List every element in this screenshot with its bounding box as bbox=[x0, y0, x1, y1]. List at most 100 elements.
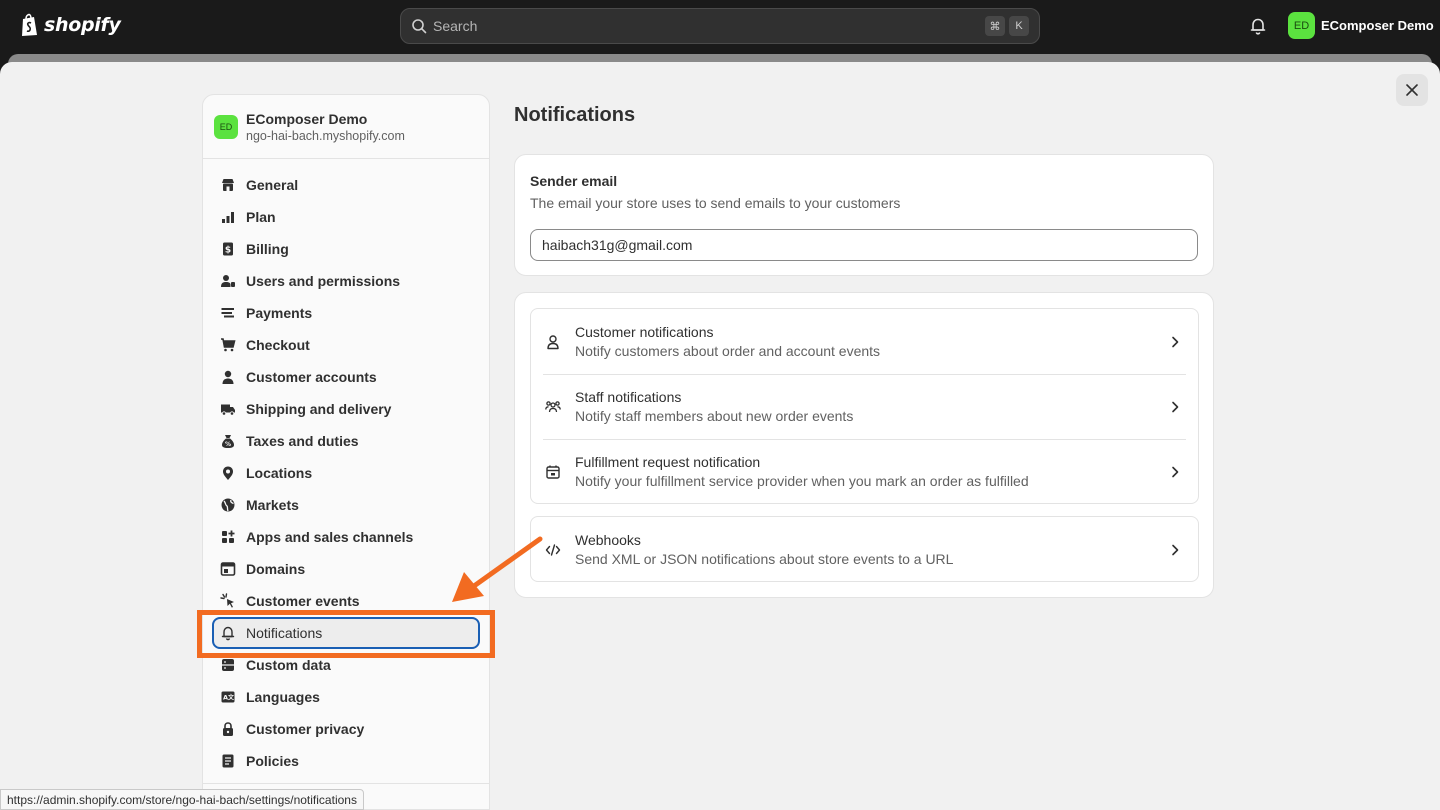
shopify-bag-icon bbox=[22, 13, 37, 36]
shortcut-key-k: K bbox=[1009, 16, 1029, 36]
svg-text:%: % bbox=[225, 441, 231, 448]
sidebar-item-label: Plan bbox=[246, 209, 276, 225]
location-icon bbox=[223, 466, 233, 480]
sidebar-item-checkout[interactable]: Checkout bbox=[212, 329, 480, 361]
truck-icon bbox=[221, 404, 235, 416]
globe-icon bbox=[221, 498, 235, 512]
top-bar: shopify Search ⌘ K ED EComposer Demo bbox=[0, 0, 1440, 52]
sidebar-item-label: Markets bbox=[246, 497, 299, 513]
sidebar-item-taxes[interactable]: % Taxes and duties bbox=[212, 425, 480, 457]
chevron-right-icon bbox=[1172, 336, 1179, 347]
store-name: EComposer Demo bbox=[1321, 18, 1434, 33]
users-icon bbox=[221, 275, 235, 287]
status-url: https://admin.shopify.com/store/ngo-hai-… bbox=[0, 789, 364, 810]
staff-notifications-row[interactable]: Staff notifications Notify staff members… bbox=[531, 374, 1198, 439]
row-title: Customer notifications bbox=[575, 324, 714, 340]
row-description: Send XML or JSON notifications about sto… bbox=[575, 551, 954, 567]
webhooks-group: Webhooks Send XML or JSON notifications … bbox=[530, 516, 1199, 582]
sidebar-item-customer-privacy[interactable]: Customer privacy bbox=[212, 713, 480, 745]
sidebar-item-label: Custom data bbox=[246, 657, 331, 673]
bell-icon[interactable] bbox=[1248, 16, 1268, 36]
database-icon bbox=[222, 659, 234, 671]
sidebar-item-label: Taxes and duties bbox=[246, 433, 359, 449]
avatar: ED bbox=[214, 114, 238, 139]
sidebar-item-billing[interactable]: $ Billing bbox=[212, 233, 480, 265]
apps-icon bbox=[222, 530, 235, 543]
plan-icon bbox=[222, 212, 234, 223]
sidebar-item-label: Users and permissions bbox=[246, 273, 401, 289]
sidebar-item-label: Customer privacy bbox=[246, 721, 365, 737]
sender-email-description: The email your store uses to send emails… bbox=[530, 195, 901, 211]
sidebar-item-label: Payments bbox=[246, 305, 313, 321]
fulfillment-request-row[interactable]: Fulfillment request notification Notify … bbox=[531, 439, 1198, 504]
person-icon bbox=[222, 370, 234, 384]
sidebar-item-label: Billing bbox=[246, 241, 289, 257]
sidebar-item-general[interactable]: General bbox=[212, 169, 480, 201]
shortcut-key-cmd: ⌘ bbox=[985, 16, 1005, 36]
avatar: ED bbox=[1288, 12, 1315, 39]
notifications-card: Customer notifications Notify customers … bbox=[514, 292, 1214, 598]
sidebar-item-languages[interactable]: A文 Languages bbox=[212, 681, 480, 713]
person-icon bbox=[547, 334, 559, 349]
store-header[interactable]: ED EComposer Demo ngo-hai-bach.myshopify… bbox=[203, 95, 489, 159]
row-description: Notify staff members about new order eve… bbox=[575, 408, 854, 424]
chevron-right-icon bbox=[1172, 544, 1179, 555]
team-icon bbox=[545, 400, 561, 412]
close-button[interactable] bbox=[1396, 74, 1428, 106]
language-icon: A文 bbox=[221, 691, 235, 703]
policy-icon bbox=[222, 754, 234, 768]
row-title: Webhooks bbox=[575, 532, 641, 548]
tax-icon: % bbox=[222, 435, 234, 448]
chevron-right-icon bbox=[1172, 466, 1179, 477]
sender-email-field[interactable] bbox=[530, 229, 1198, 261]
webhooks-row[interactable]: Webhooks Send XML or JSON notifications … bbox=[531, 517, 1198, 582]
store-menu[interactable]: ED EComposer Demo bbox=[1288, 12, 1434, 39]
settings-sidebar: ED EComposer Demo ngo-hai-bach.myshopify… bbox=[202, 94, 490, 810]
sidebar-item-locations[interactable]: Locations bbox=[212, 457, 480, 489]
svg-text:$: $ bbox=[225, 246, 231, 256]
domains-icon bbox=[220, 562, 236, 576]
search-bar[interactable]: Search ⌘ K bbox=[400, 8, 1040, 44]
package-icon bbox=[546, 465, 560, 479]
sidebar-item-users[interactable]: Users and permissions bbox=[212, 265, 480, 297]
sidebar-item-label: Shipping and delivery bbox=[246, 401, 392, 417]
svg-text:文: 文 bbox=[227, 694, 235, 702]
highlight-box bbox=[197, 610, 495, 658]
divider bbox=[203, 783, 489, 784]
sidebar-item-payments[interactable]: Payments bbox=[212, 297, 480, 329]
row-description: Notify your fulfillment service provider… bbox=[575, 473, 1029, 489]
lock-icon bbox=[223, 722, 233, 736]
sender-email-card: Sender email The email your store uses t… bbox=[514, 154, 1214, 276]
store-title: EComposer Demo bbox=[246, 110, 368, 127]
payments-icon bbox=[221, 308, 234, 318]
logo-text: shopify bbox=[44, 14, 121, 36]
billing-icon: $ bbox=[223, 242, 233, 256]
sidebar-item-label: Customer accounts bbox=[246, 369, 377, 385]
sidebar-item-label: Locations bbox=[246, 465, 313, 481]
store-domain: ngo-hai-bach.myshopify.com bbox=[246, 128, 405, 143]
sidebar-item-plan[interactable]: Plan bbox=[212, 201, 480, 233]
sender-email-title: Sender email bbox=[530, 173, 618, 189]
row-description: Notify customers about order and account… bbox=[575, 343, 881, 359]
sidebar-item-shipping[interactable]: Shipping and delivery bbox=[212, 393, 480, 425]
sidebar-item-label: Apps and sales channels bbox=[246, 529, 414, 545]
sidebar-item-label: Languages bbox=[246, 689, 320, 705]
shopify-logo[interactable]: shopify bbox=[20, 13, 121, 37]
sidebar-item-label: Customer events bbox=[246, 593, 360, 609]
cursor-icon bbox=[220, 593, 234, 608]
customer-notifications-row[interactable]: Customer notifications Notify customers … bbox=[531, 309, 1198, 374]
sidebar-item-label: General bbox=[246, 177, 299, 193]
sidebar-item-customer-accounts[interactable]: Customer accounts bbox=[212, 361, 480, 393]
sidebar-item-label: Checkout bbox=[246, 337, 310, 353]
page-title: Notifications bbox=[514, 104, 636, 126]
arrow-icon bbox=[452, 536, 543, 602]
sidebar-nav: General Plan $ Billing Users and permiss… bbox=[203, 159, 489, 777]
notification-list: Customer notifications Notify customers … bbox=[530, 308, 1199, 504]
search-placeholder: Search bbox=[433, 18, 478, 34]
sidebar-item-policies[interactable]: Policies bbox=[212, 745, 480, 777]
search-icon bbox=[412, 19, 427, 34]
row-title: Staff notifications bbox=[575, 389, 682, 405]
chevron-right-icon bbox=[1172, 401, 1179, 412]
close-icon bbox=[1406, 84, 1418, 96]
sidebar-item-markets[interactable]: Markets bbox=[212, 489, 480, 521]
